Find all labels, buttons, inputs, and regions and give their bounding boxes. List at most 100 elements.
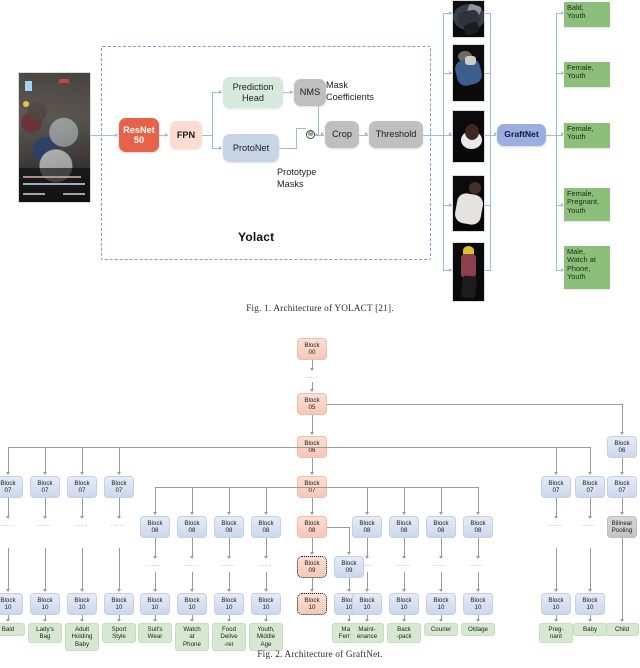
arrow-dots-b10-0-head xyxy=(5,589,10,593)
arrow-b07-to-b08-4 xyxy=(364,512,369,516)
dots-b08-0: ...... xyxy=(147,562,161,568)
arrow-right-branch-b06 xyxy=(619,432,624,436)
arrow-right-b07-pool-head xyxy=(619,512,624,516)
node-crop: Crop xyxy=(325,121,359,148)
leaf-5: Watch at Phone xyxy=(175,623,209,651)
arrow-b08dots-b10-4-head xyxy=(364,589,369,593)
node-prediction-head: Prediction Head xyxy=(223,77,283,108)
node-trunk-block-08: Block 08 xyxy=(297,516,327,538)
node-branch-block-08-3: Block 08 xyxy=(251,516,281,538)
arrow-b08dots-b10-6-line xyxy=(441,572,442,590)
node-block-10-3: Block 10 xyxy=(104,593,134,615)
arrow-pool-to-child-line xyxy=(622,538,623,620)
leaf-14: Baby xyxy=(573,623,607,636)
dots-branch-3: ...... xyxy=(111,522,125,528)
dots-trunk-b00-b05: ...... xyxy=(304,374,318,380)
connector-input-to-resnet xyxy=(91,135,116,136)
arrow-b07-to-b08-3 xyxy=(263,512,268,516)
arrow-b07-b08-line xyxy=(312,498,313,513)
node-branch-block-07-4: Block 07 xyxy=(541,476,571,498)
figure-1-yolact-architecture: Yolact ResNet 50 FPN Prediction Head NMS… xyxy=(0,0,640,318)
node-block-10-0: Block 10 xyxy=(0,593,23,615)
arrow-b10-to-leaf-8-head xyxy=(346,619,351,623)
arrow-dots-b10-2-line xyxy=(82,548,83,590)
arrow-dots-b10-1-head xyxy=(42,589,47,593)
arrow-b08-dots-1-line xyxy=(192,538,193,557)
arrow-b08-dots-7-head xyxy=(475,556,480,560)
node-block-10-12: Block 10 xyxy=(541,593,571,615)
node-right-block-06: Block 06 xyxy=(607,436,637,458)
node-graftnet: GraftNet xyxy=(497,124,546,146)
arrow-b08dots-b10-5-line xyxy=(404,572,405,590)
line-b07-to-b08-0 xyxy=(155,487,156,513)
arrow-b07-to-b08-7 xyxy=(475,512,480,516)
arrow-b08-dots-3-head xyxy=(263,556,268,560)
leaf-1: Lady's Bag xyxy=(28,623,62,643)
arrow-b08-dots-2-head xyxy=(226,556,231,560)
leaf-12: Oldage xyxy=(461,623,495,636)
node-nms: NMS xyxy=(294,79,326,106)
arrow-b10-to-leaf-5-head xyxy=(189,619,194,623)
arrow-dots-b05-head xyxy=(309,389,314,393)
arrow-b08-side-b09 xyxy=(346,552,351,556)
arrow-b05-b06-line xyxy=(312,415,313,433)
arrow-b07-b08-head xyxy=(309,512,314,516)
arrow-b08-b09-head xyxy=(309,552,314,556)
line-b07-to-b08-4 xyxy=(367,487,368,513)
leaf-2: Adult Holding Baby xyxy=(65,623,99,651)
node-trunk-block-00: Block 00 xyxy=(297,338,327,360)
arrow-b10-to-leaf-10-head xyxy=(401,619,406,623)
arrow-pool-to-child-head xyxy=(619,619,624,623)
dots-branch-1: ...... xyxy=(37,522,51,528)
connector-merge-2 xyxy=(485,73,491,74)
arrow-b08dots-b10-5-head xyxy=(401,589,406,593)
arrow-b10-to-leaf-1-head xyxy=(42,619,47,623)
node-block-10-5: Block 10 xyxy=(177,593,207,615)
arrow-b08dots-b10-1-head xyxy=(189,589,194,593)
arrow-b10-to-leaf-2-head xyxy=(79,619,84,623)
arrow-b10-to-leaf-9-head xyxy=(364,619,369,623)
node-trunk-block-10: Block 10 xyxy=(297,593,327,615)
arrow-b06-to-b07-3 xyxy=(116,472,121,476)
arrow-b10-to-leaf-14-head xyxy=(587,619,592,623)
arrow-dots-b10-5-line xyxy=(590,548,591,590)
line-b07-to-b08-5 xyxy=(404,487,405,513)
connector-outputs-bus xyxy=(556,13,557,270)
arrow-b07-to-b08-2 xyxy=(226,512,231,516)
node-side-block-09: Block 09 xyxy=(334,556,364,578)
node-block-10-7: Block 10 xyxy=(251,593,281,615)
arrow-right-b06-b07-head xyxy=(619,472,624,476)
bus-b05-to-right-branch xyxy=(327,404,622,405)
line-b06-to-b07-0 xyxy=(8,447,9,473)
figure-2-caption: Fig. 2. Architecture of GraftNet. xyxy=(257,649,383,659)
line-b07-to-b08-6 xyxy=(441,487,442,513)
node-fpn: FPN xyxy=(170,121,202,149)
arrow-b06-b07-head xyxy=(309,472,314,476)
arrow-mul-to-crop xyxy=(321,132,324,137)
arrow-b07-dots-2-line xyxy=(82,498,83,517)
leaf-7: Youth, Middle Age xyxy=(249,623,283,651)
node-branch-block-08-6: Block 08 xyxy=(426,516,456,538)
connector-graftnet-bus xyxy=(490,13,491,270)
person-crop-3 xyxy=(452,110,485,163)
connector-fpn-branch-vertical xyxy=(212,92,213,149)
prediction-label-4: Female, Pregnant, Youth xyxy=(564,188,610,221)
line-b07-to-b08-2 xyxy=(229,487,230,513)
bus-b06-siblings xyxy=(8,447,590,448)
arrow-fpn-to-protonet xyxy=(219,145,222,150)
input-image xyxy=(18,72,91,203)
arrow-b07-dots-0-head xyxy=(5,516,10,520)
node-trunk-block-09: Block 09 xyxy=(297,556,327,578)
arrow-b08-dots-0-head xyxy=(152,556,157,560)
figure-2-graftnet-architecture: Block 00...... Block 05 Block 06 Block 07 Block 0… xyxy=(0,318,640,668)
prediction-label-3: Female, Youth xyxy=(564,123,610,148)
node-branch-block-08-4: Block 08 xyxy=(352,516,382,538)
dots-b08-7: ...... xyxy=(470,562,484,568)
arrow-right-b07-pool-line xyxy=(622,498,623,513)
arrow-b08dots-b10-1-line xyxy=(192,572,193,590)
multiply-icon: ⊗ xyxy=(306,130,315,139)
arrow-b06-to-b07-0 xyxy=(5,472,10,476)
arrow-b10-to-leaf-11-head xyxy=(438,619,443,623)
line-b06-to-b07-1 xyxy=(45,447,46,473)
node-branch-block-08-2: Block 08 xyxy=(214,516,244,538)
